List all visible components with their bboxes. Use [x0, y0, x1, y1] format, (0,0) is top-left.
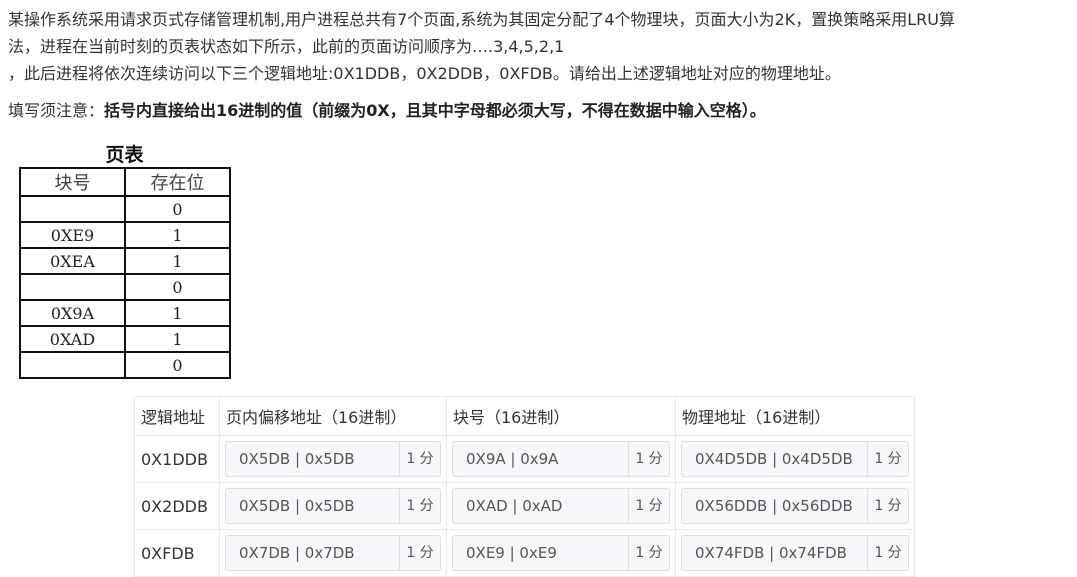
note-prefix: 填写须注意：: [8, 101, 105, 120]
page-table-present-cell: 1: [124, 325, 231, 353]
offset-answer-value: 0X5DB | 0x5DB: [239, 450, 355, 468]
page-table-header-present: 存在位: [124, 167, 231, 197]
page-table-present-cell: 1: [124, 221, 231, 249]
page-table-block-cell: 0XAD: [19, 325, 126, 353]
page-table-block-cell: 0X9A: [19, 299, 126, 327]
header-logical-address: 逻辑地址: [134, 396, 220, 436]
page-table-title: 页表: [105, 144, 144, 166]
score-badge: 1 分: [628, 489, 669, 523]
page-table-header-block: 块号: [19, 167, 126, 197]
page-table-image: 块号 存在位 0 0XE9 1 0XEA 1 0 0X9A 1 0XAD 1 0: [19, 167, 231, 379]
header-page-offset: 页内偏移地址（16进制）: [219, 396, 447, 436]
block-answer-value: 0X9A | 0x9A: [466, 450, 559, 468]
page-table-row: 0XAD 1: [19, 325, 231, 353]
block-answer-field[interactable]: 0X9A | 0x9A 1 分: [452, 441, 670, 477]
problem-line-1: 某操作系统采用请求页式存储管理机制,用户进程总共有7个页面,系统为其固定分配了4…: [8, 10, 955, 29]
physical-answer-field[interactable]: 0X74FDB | 0x74FDB 1 分: [681, 535, 909, 571]
offset-answer-field[interactable]: 0X7DB | 0x7DB 1 分: [225, 535, 441, 571]
problem-statement: 某操作系统采用请求页式存储管理机制,用户进程总共有7个页面,系统为其固定分配了4…: [8, 6, 1070, 87]
offset-answer-field[interactable]: 0X5DB | 0x5DB 1 分: [225, 441, 441, 477]
page-table-present-cell: 1: [124, 299, 231, 327]
physical-answer-value: 0X74FDB | 0x74FDB: [695, 544, 847, 562]
physical-answer-value: 0X4D5DB | 0x4D5DB: [695, 450, 853, 468]
score-badge: 1 分: [628, 536, 669, 570]
logical-address-cell: 0X2DDB: [134, 482, 220, 530]
page-table-present-cell: 0: [124, 273, 231, 301]
block-answer-field[interactable]: 0XAD | 0xAD 1 分: [452, 488, 670, 524]
page-table-row: 0XEA 1: [19, 247, 231, 275]
score-badge: 1 分: [399, 442, 440, 476]
page-table-row: 0X9A 1: [19, 299, 231, 327]
block-answer-value: 0XAD | 0xAD: [466, 497, 563, 515]
page-table-block-cell: [19, 273, 126, 301]
page-table-block-cell: 0XE9: [19, 221, 126, 249]
block-answer-value: 0XE9 | 0xE9: [466, 544, 557, 562]
fill-in-note: 填写须注意：括号内直接给出16进制的值（前缀为0X，且其中字母都必须大写，不得在…: [8, 97, 766, 124]
offset-answer-value: 0X7DB | 0x7DB: [239, 544, 355, 562]
page-table-block-cell: [19, 195, 126, 223]
answer-table-header-row: 逻辑地址 页内偏移地址（16进制） 块号（16进制） 物理地址（16进制）: [134, 396, 915, 436]
page-table-present-cell: 0: [124, 351, 231, 379]
note-bold-text: 括号内直接给出16进制的值（前缀为0X，且其中字母都必须大写，不得在数据中输入空…: [104, 101, 766, 120]
page-table-header-row: 块号 存在位: [19, 167, 231, 197]
problem-line-2: 法，进程在当前时刻的页表状态如下所示，此前的页面访问顺序为….3,4,5,2,1: [8, 37, 565, 56]
physical-answer-value: 0X56DDB | 0x56DDB: [695, 497, 853, 515]
offset-answer-field[interactable]: 0X5DB | 0x5DB 1 分: [225, 488, 441, 524]
page-table-present-cell: 1: [124, 247, 231, 275]
score-badge: 1 分: [867, 489, 908, 523]
answer-row: 0X2DDB 0X5DB | 0x5DB 1 分 0XAD | 0xAD 1 分 0…: [134, 482, 915, 530]
page-table-row: 0XE9 1: [19, 221, 231, 249]
score-badge: 1 分: [867, 442, 908, 476]
score-badge: 1 分: [867, 536, 908, 570]
score-badge: 1 分: [628, 442, 669, 476]
answer-row: 0XFDB 0X7DB | 0x7DB 1 分 0XE9 | 0xE9 1 分 0X…: [134, 529, 915, 577]
score-badge: 1 分: [399, 489, 440, 523]
logical-address-cell: 0X1DDB: [134, 435, 220, 483]
page-table-block-cell: [19, 351, 126, 379]
block-answer-field[interactable]: 0XE9 | 0xE9 1 分: [452, 535, 670, 571]
page-table-row: 0: [19, 351, 231, 379]
offset-answer-value: 0X5DB | 0x5DB: [239, 497, 355, 515]
page-table-row: 0: [19, 273, 231, 301]
page-table-block-cell: 0XEA: [19, 247, 126, 275]
page-table-present-cell: 0: [124, 195, 231, 223]
page-table-row: 0: [19, 195, 231, 223]
physical-answer-field[interactable]: 0X56DDB | 0x56DDB 1 分: [681, 488, 909, 524]
answer-table: 逻辑地址 页内偏移地址（16进制） 块号（16进制） 物理地址（16进制） 0X…: [134, 396, 915, 577]
header-block-number: 块号（16进制）: [446, 396, 676, 436]
header-physical-address: 物理地址（16进制）: [675, 396, 915, 436]
physical-answer-field[interactable]: 0X4D5DB | 0x4D5DB 1 分: [681, 441, 909, 477]
answer-row: 0X1DDB 0X5DB | 0x5DB 1 分 0X9A | 0x9A 1 分 0…: [134, 435, 915, 483]
problem-line-3: ，此后进程将依次连续访问以下三个逻辑地址:0X1DDB，0X2DDB，0XFDB…: [8, 64, 841, 83]
score-badge: 1 分: [399, 536, 440, 570]
logical-address-cell: 0XFDB: [134, 529, 220, 577]
